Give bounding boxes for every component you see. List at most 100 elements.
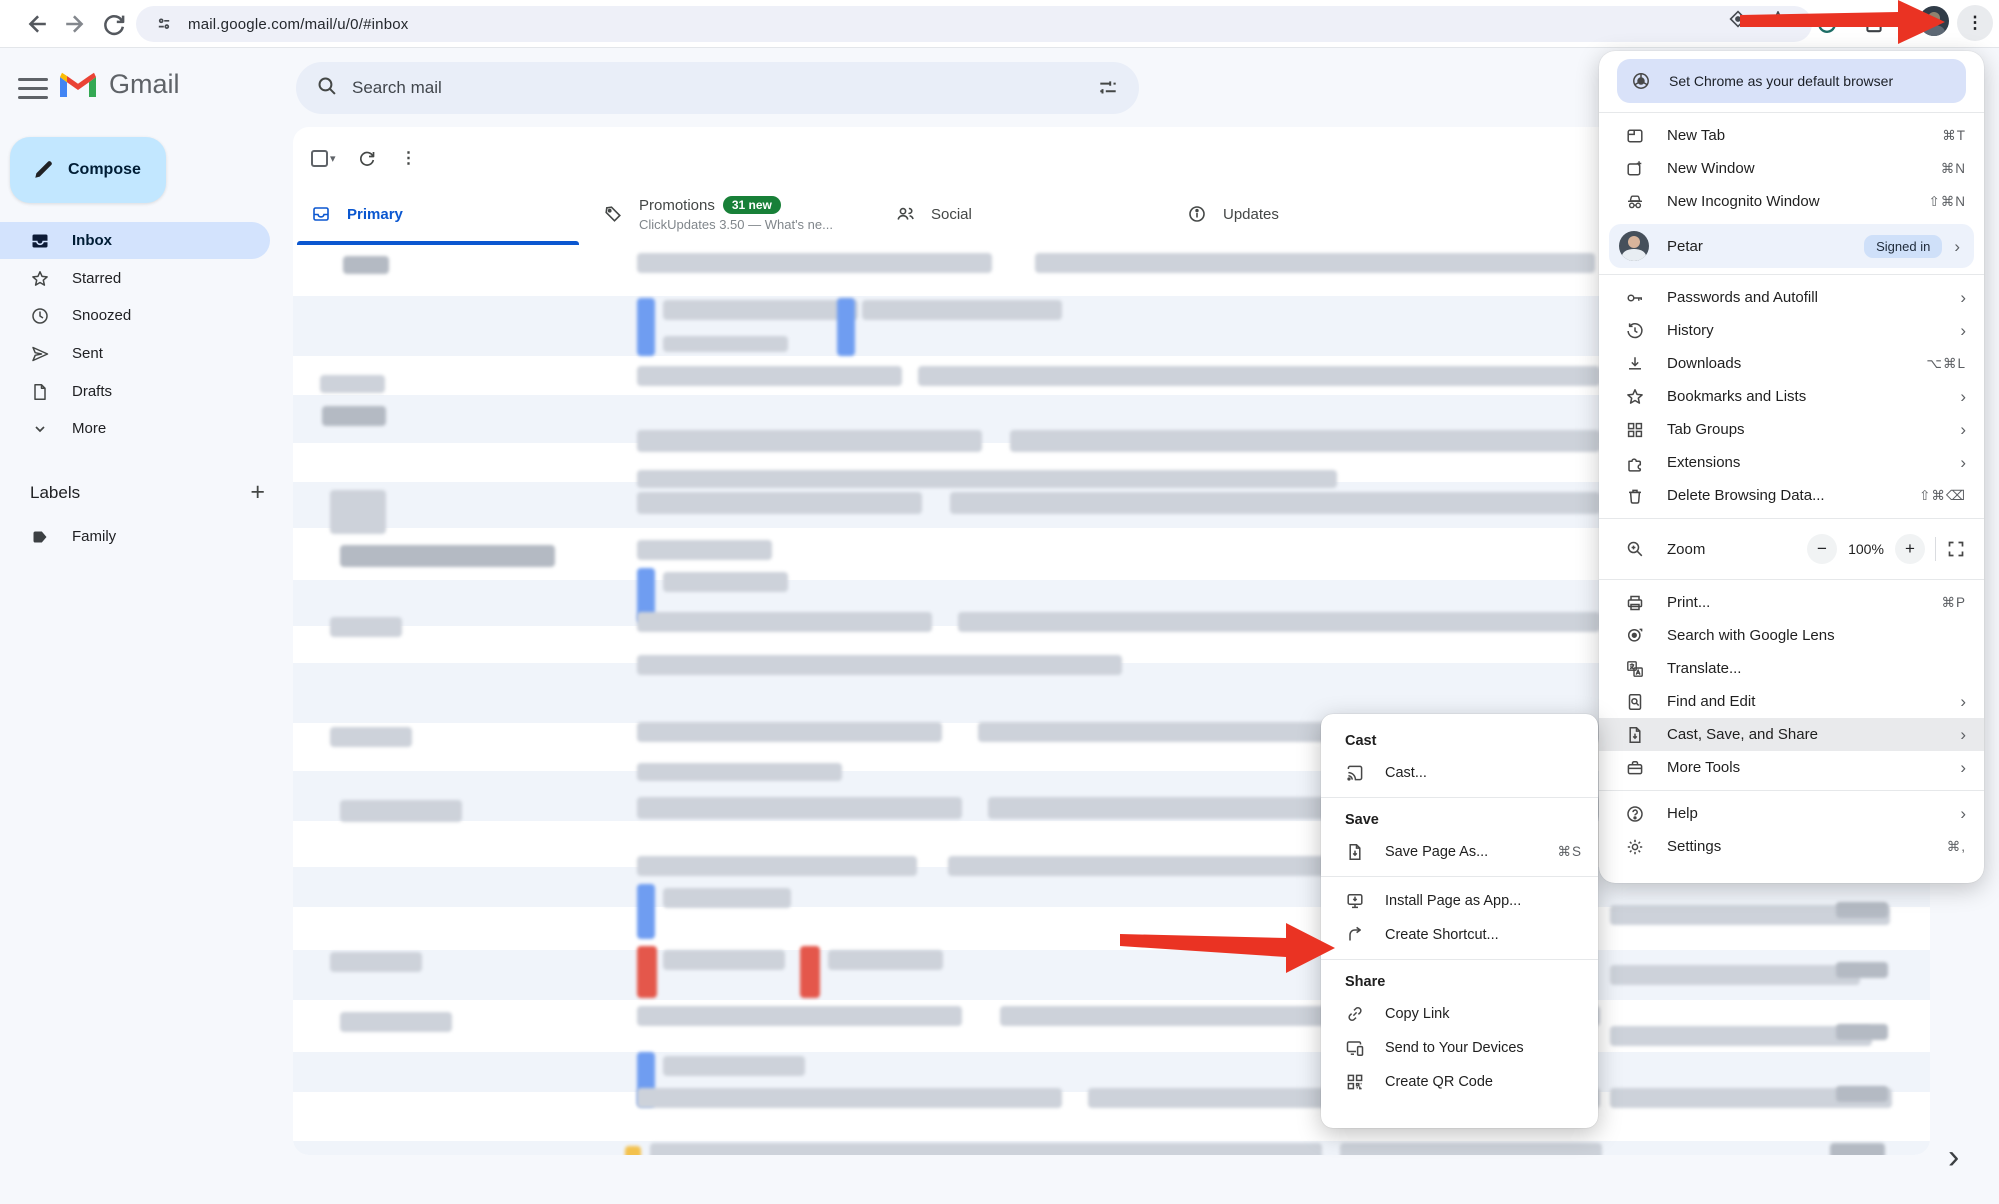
sidebar-item-more[interactable]: More — [0, 410, 270, 447]
tab-promotions[interactable]: Promotions 31 new ClickUpdates 3.50 — Wh… — [585, 183, 877, 245]
browser-menu-kebab-icon[interactable]: ⋮ — [1957, 5, 1993, 41]
menu-item-delete-browsing-data[interactable]: Delete Browsing Data... ⇧⌘⌫ — [1599, 479, 1984, 512]
vertical-divider — [1935, 537, 1936, 561]
labels-header: Labels + — [30, 478, 265, 507]
submenu-item-install-page-as-app[interactable]: Install Page as App... — [1321, 884, 1598, 918]
sidebar-item-inbox[interactable]: Inbox — [0, 222, 270, 259]
blurred-content-block — [637, 253, 992, 273]
next-page-chevron[interactable]: › — [1948, 1138, 1959, 1177]
blurred-content-block — [1010, 430, 1600, 452]
sidebar-label-snoozed: Snoozed — [72, 307, 131, 324]
menu-item-new-window[interactable]: New Window ⌘N — [1599, 152, 1984, 185]
submenu-item-save-page-as[interactable]: Save Page As... ⌘S — [1321, 835, 1598, 869]
tab-updates[interactable]: Updates — [1169, 183, 1461, 245]
menu-item-history[interactable]: History › — [1599, 314, 1984, 347]
menu-item-google-lens[interactable]: Search with Google Lens — [1599, 619, 1984, 652]
google-lens-icon — [1625, 626, 1645, 646]
labels-title: Labels — [30, 483, 80, 503]
browser-profile-avatar[interactable] — [1919, 6, 1949, 36]
sidebar-item-label-family[interactable]: Family — [0, 518, 270, 555]
sidebar-item-sent[interactable]: Sent — [0, 335, 270, 372]
select-all-checkbox[interactable]: ▾ — [305, 150, 342, 167]
promotions-tag-icon — [603, 204, 623, 224]
download-icon — [1625, 354, 1645, 374]
sidebar-item-starred[interactable]: Starred — [0, 260, 270, 297]
site-info-icon[interactable] — [154, 14, 174, 34]
chevron-down-icon — [30, 419, 50, 439]
bookmark-star-icon[interactable] — [1768, 9, 1788, 29]
blurred-content-block — [637, 946, 657, 998]
set-default-browser-button[interactable]: Set Chrome as your default browser — [1617, 59, 1966, 103]
submenu-item-create-shortcut[interactable]: Create Shortcut... — [1321, 918, 1598, 952]
tab-social[interactable]: Social — [877, 183, 1169, 245]
search-filter-icon[interactable] — [1097, 77, 1119, 104]
sidebar-item-drafts[interactable]: Drafts — [0, 373, 270, 410]
forward-icon[interactable] — [62, 10, 90, 38]
find-document-icon — [1625, 692, 1645, 712]
submenu-item-copy-link[interactable]: Copy Link — [1321, 997, 1598, 1031]
menu-item-bookmarks[interactable]: Bookmarks and Lists › — [1599, 380, 1984, 413]
menu-item-tab-groups[interactable]: Tab Groups › — [1599, 413, 1984, 446]
menu-item-extensions[interactable]: Extensions › — [1599, 446, 1984, 479]
qr-code-icon — [1345, 1072, 1365, 1092]
tab-promotions-subtitle: ClickUpdates 3.50 — What's ne... — [639, 217, 833, 232]
menu-item-new-incognito-window[interactable]: New Incognito Window ⇧⌘N — [1599, 185, 1984, 218]
new-window-icon — [1625, 159, 1645, 179]
hamburger-menu-icon[interactable] — [18, 78, 48, 100]
menu-item-cast-save-share[interactable]: Cast, Save, and Share › — [1599, 718, 1984, 751]
blurred-content-block — [1610, 1026, 1872, 1046]
blurred-content-block — [650, 1143, 1322, 1155]
sidebar-label-more: More — [72, 420, 106, 437]
menu-item-downloads[interactable]: Downloads ⌥⌘L — [1599, 347, 1984, 380]
submenu-item-send-to-devices[interactable]: Send to Your Devices — [1321, 1031, 1598, 1065]
url-text: mail.google.com/mail/u/0/#inbox — [188, 16, 408, 33]
blurred-content-block — [343, 256, 389, 274]
blurred-content-block — [625, 1146, 641, 1155]
tab-updates-label: Updates — [1223, 206, 1279, 223]
extension-icon-2[interactable] — [1862, 12, 1886, 36]
blurred-content-block — [330, 952, 422, 972]
create-label-plus-icon[interactable]: + — [250, 478, 265, 507]
extension-icon-1[interactable] — [1815, 12, 1839, 36]
fullscreen-icon[interactable] — [1946, 539, 1966, 559]
menu-item-passwords[interactable]: Passwords and Autofill › — [1599, 281, 1984, 314]
gear-icon — [1625, 837, 1645, 857]
blurred-content-block — [637, 856, 917, 876]
sidebar-item-snoozed[interactable]: Snoozed — [0, 297, 270, 334]
blurred-content-block — [663, 336, 788, 352]
search-bar[interactable]: Search mail — [296, 62, 1139, 114]
menu-item-find-and-edit[interactable]: Find and Edit › — [1599, 685, 1984, 718]
menu-item-translate[interactable]: Translate... — [1599, 652, 1984, 685]
menu-item-profile[interactable]: Petar Signed in › — [1609, 224, 1974, 268]
menu-item-help[interactable]: Help › — [1599, 797, 1984, 830]
privacy-extension-icon[interactable] — [1728, 9, 1748, 29]
puzzle-icon — [1625, 453, 1645, 473]
zoom-in-button[interactable]: + — [1895, 534, 1925, 564]
blurred-content-block — [948, 856, 1378, 876]
refresh-icon[interactable] — [100, 10, 128, 38]
help-icon — [1625, 804, 1645, 824]
submenu-item-create-qr-code[interactable]: Create QR Code — [1321, 1065, 1598, 1099]
tab-primary[interactable]: Primary — [293, 183, 585, 245]
blurred-content-block — [637, 430, 982, 452]
history-icon — [1625, 321, 1645, 341]
menu-item-new-tab[interactable]: New Tab ⌘T — [1599, 119, 1984, 152]
url-bar[interactable]: mail.google.com/mail/u/0/#inbox — [136, 6, 1812, 42]
list-refresh-icon[interactable] — [350, 141, 384, 175]
list-more-kebab-icon[interactable]: ⋮ — [392, 141, 426, 175]
back-icon[interactable] — [22, 10, 50, 38]
submenu-item-cast[interactable]: Cast... — [1321, 756, 1598, 790]
search-icon — [316, 75, 338, 102]
blurred-content-block — [637, 540, 772, 560]
menu-item-more-tools[interactable]: More Tools › — [1599, 751, 1984, 784]
menu-item-settings[interactable]: Settings ⌘, — [1599, 830, 1984, 863]
blurred-content-block — [637, 470, 1337, 488]
compose-button[interactable]: Compose — [10, 137, 166, 203]
blurred-content-block — [958, 612, 1600, 632]
menu-item-print[interactable]: Print... ⌘P — [1599, 586, 1984, 619]
draft-icon — [30, 382, 50, 402]
link-icon — [1345, 1004, 1365, 1024]
select-caret-icon[interactable]: ▾ — [330, 152, 336, 165]
submenu-divider — [1321, 797, 1598, 798]
zoom-out-button[interactable]: − — [1807, 534, 1837, 564]
